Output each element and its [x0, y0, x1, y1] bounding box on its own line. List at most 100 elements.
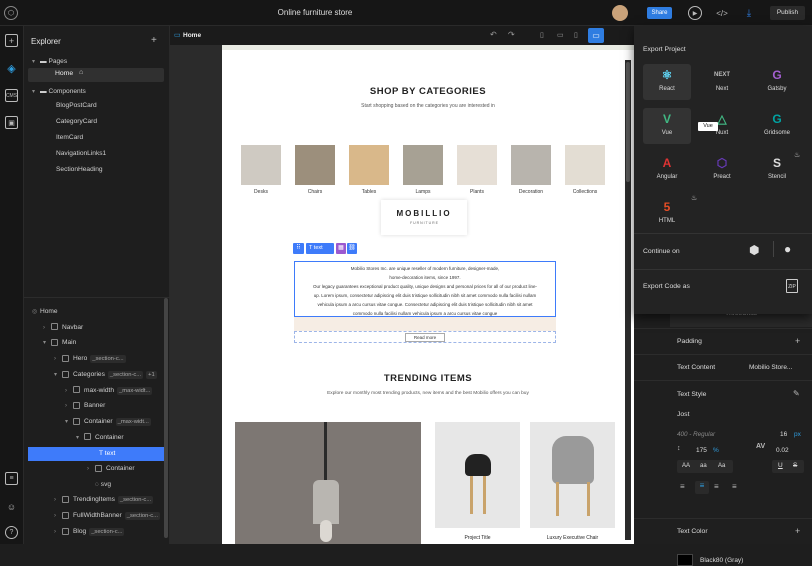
codesandbox-icon[interactable]: ⬢	[749, 243, 759, 257]
pages-folder[interactable]: ▾ ▬ Pages	[32, 56, 67, 68]
discord-icon[interactable]: ☺	[5, 500, 18, 513]
lowercase-button[interactable]: aa	[700, 463, 707, 469]
titlecase-button[interactable]: Aa	[718, 463, 725, 469]
layer-row[interactable]: ▾ Main	[43, 337, 76, 349]
add-icon[interactable]: +	[5, 34, 18, 47]
category-card[interactable]: Tables	[349, 145, 389, 195]
expand-caret-icon[interactable]: ▾	[43, 337, 51, 349]
add-padding-icon[interactable]: +	[795, 336, 800, 346]
publish-button[interactable]: Publish	[770, 6, 805, 20]
assets-icon[interactable]: ▣	[5, 116, 18, 129]
expand-caret-icon[interactable]: ›	[65, 400, 73, 412]
layer-row[interactable]: › Navbar	[43, 322, 83, 334]
product-image-2[interactable]	[530, 422, 615, 528]
mobile-icon[interactable]: ▯	[540, 31, 544, 39]
page-tab[interactable]: Home	[183, 32, 201, 39]
tablet-icon[interactable]: ▯	[574, 31, 578, 39]
layer-row[interactable]: ▾ Container _max-widt...	[65, 416, 151, 428]
drag-handle-icon[interactable]: ⠿	[293, 243, 304, 254]
category-card[interactable]: Desks	[241, 145, 281, 195]
strikethrough-button[interactable]: S	[793, 462, 797, 469]
download-icon[interactable]: ⤓	[740, 4, 758, 22]
app-logo-icon[interactable]: ⬡	[4, 6, 18, 20]
cms-icon[interactable]: CMS	[5, 89, 18, 102]
layer-row[interactable]: › Banner	[65, 400, 105, 412]
font-size-unit[interactable]: px	[794, 431, 801, 438]
font-weight-value[interactable]: 400 - Regular	[677, 431, 715, 438]
layer-row[interactable]: › Blog _section-c...	[54, 526, 125, 538]
layer-row[interactable]: › TrendingItems _section-c...	[54, 494, 154, 506]
edit-style-icon[interactable]: ✎	[793, 389, 800, 398]
trending-hero-image[interactable]	[235, 422, 421, 544]
underline-button[interactable]: U	[778, 462, 783, 469]
font-size-value[interactable]: 16	[780, 431, 787, 438]
add-color-icon[interactable]: +	[795, 526, 800, 536]
component-item[interactable]: NavigationLinks1	[56, 148, 106, 160]
component-item[interactable]: SectionHeading	[56, 164, 103, 176]
read-more-button[interactable]: Read more	[405, 333, 445, 342]
expand-caret-icon[interactable]: ▾	[65, 416, 73, 428]
home-page-item[interactable]: Home ⌂	[28, 68, 164, 82]
text-color-value[interactable]: Black80 (Gray)	[700, 557, 743, 564]
canvas-scrollbar[interactable]	[625, 60, 631, 540]
category-card[interactable]: Decoration	[511, 145, 551, 195]
letter-spacing-value[interactable]: 0.02	[776, 447, 789, 454]
export-preact-tile[interactable]: ⬡ Preact	[698, 152, 746, 188]
selected-element-tag[interactable]: T text	[306, 243, 334, 254]
github-icon[interactable]: ●	[784, 242, 791, 256]
expand-caret-icon[interactable]: ▾	[76, 432, 84, 444]
add-page-icon[interactable]: +	[151, 35, 157, 46]
layer-row[interactable]: ▾ Container	[76, 432, 124, 444]
expand-caret-icon[interactable]: ›	[54, 526, 62, 538]
canvas-scroll-thumb[interactable]	[626, 62, 630, 182]
category-card[interactable]: Plants	[457, 145, 497, 195]
about-text[interactable]: Mobilio Stores Inc. are unique reseller …	[295, 264, 555, 318]
expand-caret-icon[interactable]: ›	[65, 385, 73, 397]
export-angular-tile[interactable]: A Angular	[643, 152, 691, 188]
layer-row[interactable]: › max-width _max-widt...	[65, 385, 153, 397]
zip-file-icon[interactable]: ZIP	[786, 279, 798, 293]
category-card[interactable]: Lamps	[403, 145, 443, 195]
export-gatsby-tile[interactable]: G Gatsby	[753, 64, 801, 100]
line-height-value[interactable]: 175	[696, 447, 707, 454]
layer-row[interactable]: ▾ Categories _section-c... +1	[54, 369, 157, 381]
expand-caret-icon[interactable]: ◎	[32, 306, 40, 318]
export-react-tile[interactable]: ⚛ React	[643, 64, 691, 100]
code-icon[interactable]: </>	[714, 6, 730, 20]
category-card[interactable]: Chairs	[295, 145, 335, 195]
export-vue-tile[interactable]: V Vue	[643, 108, 691, 144]
text-color-swatch[interactable]	[677, 554, 693, 566]
link-icon[interactable]: ⛓	[347, 243, 357, 254]
layer-row[interactable]: T text	[28, 447, 164, 462]
align-right-icon[interactable]: ≡	[714, 482, 719, 491]
undo-icon[interactable]: ↶	[490, 30, 497, 39]
mobile-landscape-icon[interactable]: ▭	[557, 31, 564, 39]
align-center-icon[interactable]: ≡	[695, 481, 709, 494]
layers-scrollbar[interactable]	[164, 298, 168, 538]
export-html-tile[interactable]: 5 HTML	[643, 196, 691, 232]
layer-row[interactable]: › FullWidthBanner _section-c...	[54, 510, 161, 522]
layer-row[interactable]: ◌ svg	[87, 479, 111, 491]
align-left-icon[interactable]: ≡	[680, 482, 685, 491]
layer-row[interactable]: ◎ Home	[32, 306, 58, 318]
component-item[interactable]: CategoryCard	[56, 116, 97, 128]
help-icon[interactable]: ?	[5, 526, 18, 539]
text-content-value[interactable]: Mobilio Store...	[749, 364, 792, 371]
components-folder[interactable]: ▾ ▬ Components	[32, 86, 86, 98]
align-justify-icon[interactable]: ≡	[732, 482, 737, 491]
export-gridsome-tile[interactable]: G Gridsome	[753, 108, 801, 144]
expand-caret-icon[interactable]: ›	[43, 322, 51, 334]
docs-icon[interactable]: ≡	[5, 472, 18, 485]
play-icon[interactable]: ▶	[688, 6, 702, 20]
component-icon[interactable]: ▦	[336, 243, 346, 254]
font-family-value[interactable]: Jost	[677, 411, 689, 418]
product-image-1[interactable]	[435, 422, 520, 528]
category-card[interactable]: Collections	[565, 145, 605, 195]
share-button[interactable]: Share	[647, 7, 672, 19]
layer-row[interactable]: › Hero _section-c...	[54, 353, 126, 365]
expand-caret-icon[interactable]: ›	[87, 463, 95, 475]
redo-icon[interactable]: ↷	[508, 30, 515, 39]
expand-caret-icon[interactable]: ›	[54, 510, 62, 522]
layers-icon[interactable]: ◈	[5, 62, 18, 75]
avatar[interactable]	[612, 5, 628, 21]
